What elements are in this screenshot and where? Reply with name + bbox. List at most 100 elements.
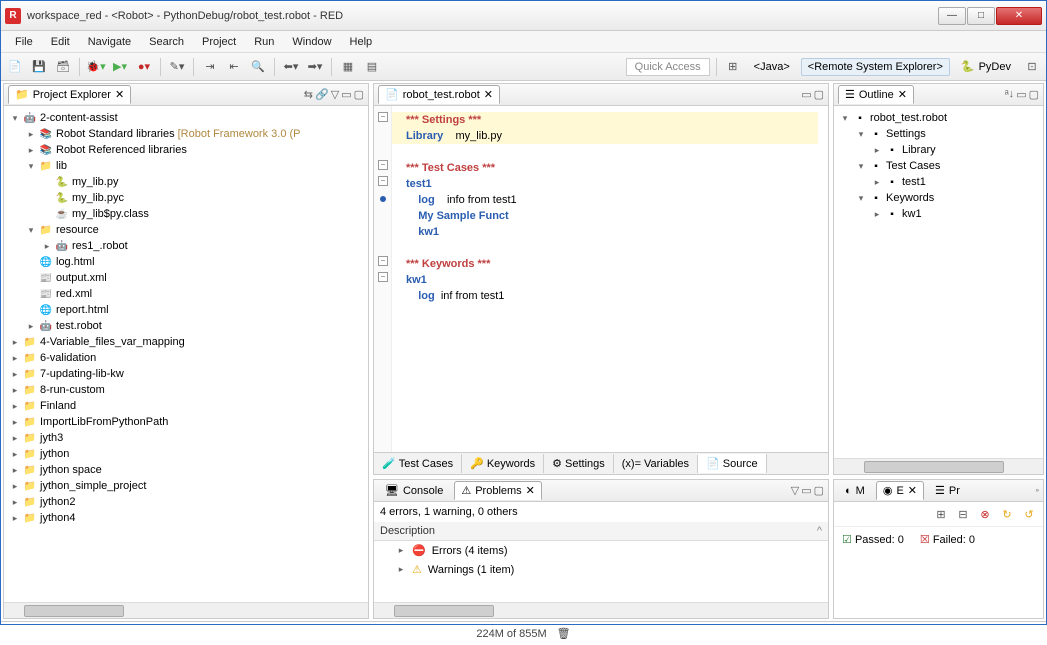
menu-search[interactable]: Search xyxy=(141,34,192,50)
collapse-icon[interactable]: ⇆ xyxy=(304,88,313,101)
code-line[interactable]: *** Settings *** xyxy=(384,112,818,128)
fold-icon[interactable]: − xyxy=(378,160,388,170)
code-line[interactable]: kw1 xyxy=(384,272,818,288)
grid-icon[interactable]: ▦ xyxy=(338,57,358,77)
tree-item[interactable]: ▸📁jyth3 xyxy=(6,430,366,446)
code-line[interactable]: log info from test1 xyxy=(384,192,818,208)
problems-warnings-row[interactable]: ▸⚠Warnings (1 item) xyxy=(374,560,828,579)
problems-scrollbar[interactable] xyxy=(374,602,828,618)
tree-item[interactable]: ☕my_lib$py.class xyxy=(6,206,366,222)
tree-item[interactable]: ▸📁jython_simple_project xyxy=(6,478,366,494)
editor-body[interactable]: *** Settings ***−Library my_lib.py *** T… xyxy=(374,106,828,452)
outline-item[interactable]: ▾▪Settings xyxy=(836,126,1041,142)
code-line[interactable]: *** Test Cases *** xyxy=(384,160,818,176)
menu-help[interactable]: Help xyxy=(342,34,381,50)
tree-item[interactable]: ▸📁ImportLibFromPythonPath xyxy=(6,414,366,430)
code-line[interactable]: *** Keywords *** xyxy=(384,256,818,272)
code-line[interactable]: Library my_lib.py xyxy=(384,128,818,144)
tree-item[interactable]: ▾📁lib xyxy=(6,158,366,174)
step-icon[interactable]: ⇥ xyxy=(200,57,220,77)
tree-item[interactable]: 🌐report.html xyxy=(6,302,366,318)
fold-icon[interactable]: − xyxy=(378,272,388,282)
quick-access[interactable]: Quick Access xyxy=(626,58,710,76)
menu-edit[interactable]: Edit xyxy=(43,34,78,50)
tree-item[interactable]: ▸📁7-updating-lib-kw xyxy=(6,366,366,382)
debug-icon[interactable]: 🐞▾ xyxy=(86,57,106,77)
tree-item[interactable]: ▸🤖res1_.robot xyxy=(6,238,366,254)
problems-col-description[interactable]: Description xyxy=(380,525,817,537)
runlast-icon[interactable]: ●▾ xyxy=(134,57,154,77)
menu-project[interactable]: Project xyxy=(194,34,244,50)
editor-max-icon[interactable]: ▢ xyxy=(814,88,824,101)
collapse-all-icon[interactable]: ⊟ xyxy=(953,504,973,524)
tree-item[interactable]: ▸📁Finland xyxy=(6,398,366,414)
tree-item[interactable]: 📰red.xml xyxy=(6,286,366,302)
outline-sort-icon[interactable]: ᵃ↓ xyxy=(1005,88,1015,101)
code-line[interactable] xyxy=(384,144,818,160)
etab-source[interactable]: 📄 Source xyxy=(698,454,767,473)
perspective-open-icon[interactable]: ⊞ xyxy=(723,57,743,77)
outline-min-icon[interactable]: ▭ xyxy=(1016,88,1026,101)
maximize-button[interactable]: □ xyxy=(967,7,995,25)
saveall-icon[interactable]: 🗃 xyxy=(53,57,73,77)
filter-err-icon[interactable]: ⊗ xyxy=(975,504,995,524)
code-line[interactable]: test1 xyxy=(384,176,818,192)
code-line[interactable]: kw1 xyxy=(384,224,818,240)
rerun2-icon[interactable]: ↺ xyxy=(1019,504,1039,524)
tree-item[interactable]: 🌐log.html xyxy=(6,254,366,270)
tree-item[interactable]: ▸📁6-validation xyxy=(6,350,366,366)
menu-window[interactable]: Window xyxy=(284,34,339,50)
editor-min-icon[interactable]: ▭ xyxy=(801,88,811,101)
tab-e[interactable]: ◉ E ✕ xyxy=(876,481,924,500)
outline-item[interactable]: ▾▪robot_test.robot xyxy=(836,110,1041,126)
search-icon[interactable]: 🔍 xyxy=(248,57,268,77)
wand-icon[interactable]: ✎▾ xyxy=(167,57,187,77)
expand-icon[interactable]: ⊞ xyxy=(931,504,951,524)
close-button[interactable]: ✕ xyxy=(996,7,1042,25)
tab-console[interactable]: 🖥 Console xyxy=(378,481,450,500)
back-icon[interactable]: ⬅▾ xyxy=(281,57,301,77)
max-icon[interactable]: ▢ xyxy=(354,88,364,101)
fold-icon[interactable]: − xyxy=(378,112,388,122)
tree-item[interactable]: 📰output.xml xyxy=(6,270,366,286)
outline-item[interactable]: ▸▪kw1 xyxy=(836,206,1041,222)
tree-item[interactable]: ▾📁resource xyxy=(6,222,366,238)
perspective-pydev[interactable]: 🐍PyDev xyxy=(954,57,1018,76)
tree-item[interactable]: 🐍my_lib.py xyxy=(6,174,366,190)
outline-item[interactable]: ▾▪Test Cases xyxy=(836,158,1041,174)
outline-item[interactable]: ▸▪test1 xyxy=(836,174,1041,190)
focus-icon[interactable]: ▽ xyxy=(331,88,339,101)
perspective-java[interactable]: <Java> xyxy=(747,58,797,76)
scrollbar-h[interactable] xyxy=(4,602,368,618)
min-icon[interactable]: ▭ xyxy=(341,88,351,101)
stepover-icon[interactable]: ⇤ xyxy=(224,57,244,77)
tree-item[interactable]: ▸📁jython xyxy=(6,446,366,462)
tab-project-explorer[interactable]: 📁 Project Explorer ✕ xyxy=(8,85,131,104)
problems-max-icon[interactable]: ▢ xyxy=(814,484,824,497)
tree-item[interactable]: ▸📁jython2 xyxy=(6,494,366,510)
tree-item[interactable]: ▸📚Robot Referenced libraries xyxy=(6,142,366,158)
code-line[interactable]: log inf from test1 xyxy=(384,288,818,304)
fold-icon[interactable]: − xyxy=(378,176,388,186)
etab-keywords[interactable]: 🔑 Keywords xyxy=(462,454,544,473)
tree-item[interactable]: ▸📁jython4 xyxy=(6,510,366,526)
outline-tree[interactable]: ▾▪robot_test.robot▾▪Settings▸▪Library▾▪T… xyxy=(834,106,1043,458)
etab-settings[interactable]: ⚙ Settings xyxy=(544,454,614,473)
source-icon[interactable]: ▤ xyxy=(362,57,382,77)
fold-icon[interactable]: − xyxy=(378,256,388,266)
rerun-icon[interactable]: ↻ xyxy=(997,504,1017,524)
tab-outline[interactable]: ☰ Outline ✕ xyxy=(838,85,914,104)
tab-pr[interactable]: ☰ Pr xyxy=(928,481,967,500)
problems-min-icon[interactable]: ▭ xyxy=(801,484,811,497)
menu-file[interactable]: File xyxy=(7,34,41,50)
minimize-button[interactable]: — xyxy=(938,7,966,25)
tree-item[interactable]: ▾🤖2-content-assist xyxy=(6,110,366,126)
outline-item[interactable]: ▸▪Library xyxy=(836,142,1041,158)
tree-item[interactable]: 🐍my_lib.pyc xyxy=(6,190,366,206)
tree-item[interactable]: ▸📚Robot Standard libraries [Robot Framew… xyxy=(6,126,366,142)
run-icon[interactable]: ▶▾ xyxy=(110,57,130,77)
etab-variables[interactable]: (x)= Variables xyxy=(614,455,698,473)
code-line[interactable] xyxy=(384,240,818,256)
save-icon[interactable]: 💾 xyxy=(29,57,49,77)
tab-m[interactable]: ◐ M xyxy=(838,482,872,500)
